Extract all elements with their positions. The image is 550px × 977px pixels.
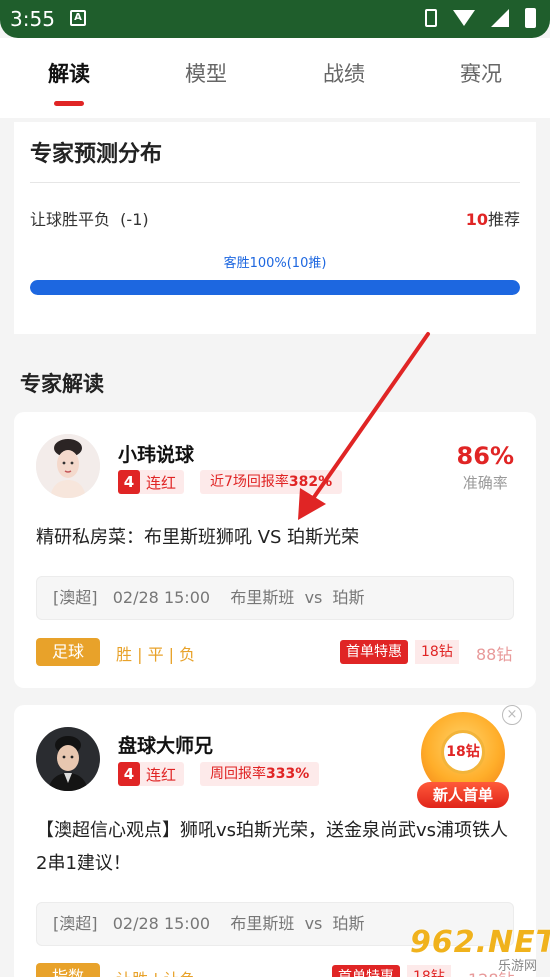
play-type-label: 让球胜平负 (-1) — [30, 210, 149, 229]
distribution-progress-bar — [30, 280, 520, 295]
distribution-progress-fill — [30, 280, 520, 295]
streak-badge: 4 连红 — [118, 470, 185, 494]
streak-count: 4 — [118, 470, 140, 494]
streak-badge: 4 连红 — [118, 762, 185, 786]
expert-name: 盘球大师兄 — [118, 735, 214, 757]
close-icon[interactable]: × — [502, 705, 522, 725]
tab-analysis[interactable]: 解读 — [29, 58, 109, 88]
wifi-icon — [453, 10, 475, 26]
streak-count: 4 — [118, 762, 140, 786]
prediction-distribution-card: 专家预测分布 让球胜平负 (-1) 10推荐 客胜100%(10推) — [14, 122, 536, 334]
site-watermark: 962.NET 乐游网 — [410, 925, 550, 974]
coupon-label: 新人首单 — [417, 782, 509, 808]
active-tab-indicator — [54, 101, 84, 106]
return-rate-label: 周回报率 — [210, 766, 266, 782]
status-bar: 3:55 A — [0, 0, 550, 38]
expert-name: 小玮说球 — [118, 444, 195, 466]
recommend-count: 10推荐 — [466, 206, 520, 230]
streak-label: 连红 — [146, 473, 177, 492]
return-rate-value: 333% — [266, 766, 310, 782]
discount-price: 18钻 — [415, 640, 459, 664]
analysis-headline[interactable]: 精研私房菜：布里斯班狮吼 VS 珀斯光荣 — [36, 521, 516, 554]
expert-card[interactable]: 小玮说球 4 连红 近7场回报率382% 86% 准确率 精研私房菜：布里斯班狮… — [14, 412, 536, 688]
distribution-result-label: 客胜100%(10推) — [223, 256, 327, 271]
vibrate-icon — [425, 9, 437, 27]
play-type: 胜 | 平 | 负 — [116, 645, 196, 664]
tab-record[interactable]: 战绩 — [304, 58, 384, 88]
accuracy-value: 86% — [456, 442, 514, 470]
return-rate-label: 近7场回报率 — [210, 474, 289, 490]
match-info[interactable]: [澳超] 02/28 15:00 布里斯班 vs 珀斯 — [36, 576, 514, 620]
watermark-sub: 乐游网 — [498, 959, 538, 974]
battery-icon — [525, 8, 536, 28]
avatar[interactable] — [36, 434, 100, 498]
analysis-headline[interactable]: 【澳超信心观点】狮吼vs珀斯光荣，送金泉尚武vs浦项铁人2串1建议！ — [36, 814, 516, 880]
tab-live[interactable]: 赛况 — [441, 58, 521, 88]
accuracy-block: 86% 准确率 — [457, 442, 514, 493]
sport-tag: 足球 — [36, 638, 100, 666]
streak-label: 连红 — [146, 765, 177, 784]
first-order-promo-badge: 首单特惠 — [332, 965, 400, 977]
status-icons — [425, 8, 536, 28]
play-type: 让胜 | 让负 — [116, 966, 196, 977]
avatar[interactable] — [36, 727, 100, 791]
recommend-count-suffix: 推荐 — [487, 210, 520, 229]
accuracy-label: 准确率 — [462, 474, 508, 492]
tab-bar: 解读 模型 战绩 赛况 — [0, 38, 550, 118]
distribution-title: 专家预测分布 — [30, 142, 163, 167]
new-user-coupon[interactable]: 18钻 新人首单 — [417, 712, 509, 810]
divider — [30, 182, 520, 183]
sport-tag: 指数 — [36, 963, 100, 977]
coupon-amount: 18钻 — [441, 730, 485, 774]
return-rate-value: 382% — [288, 474, 333, 490]
section-title: 专家解读 — [20, 372, 104, 396]
return-rate-badge: 周回报率333% — [200, 762, 320, 786]
first-order-promo-badge: 首单特惠 — [340, 640, 408, 664]
tab-model[interactable]: 模型 — [166, 58, 246, 88]
original-price: 88钻 — [476, 645, 513, 664]
clock: 3:55 — [10, 7, 55, 31]
return-rate-badge: 近7场回报率382% — [200, 470, 343, 494]
signal-icon — [491, 9, 509, 27]
recommend-count-number: 10 — [465, 210, 488, 229]
notification-a-icon: A — [70, 10, 86, 26]
